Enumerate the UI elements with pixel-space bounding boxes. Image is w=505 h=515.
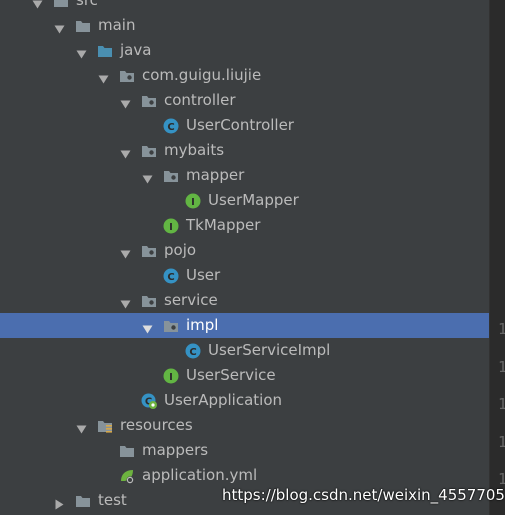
expand-arrow-down-icon[interactable] bbox=[54, 20, 65, 34]
source-folder-icon bbox=[97, 43, 113, 59]
tree-item-label: mybaits bbox=[164, 141, 225, 159]
tree-row-usermapper[interactable]: I UserMapper bbox=[0, 188, 489, 213]
tree-row-pojo[interactable]: pojo bbox=[0, 238, 489, 263]
tree-row-resources[interactable]: resources bbox=[0, 413, 489, 438]
tree-row-tkmapper[interactable]: I TkMapper bbox=[0, 213, 489, 238]
tree-item-label: UserServiceImpl bbox=[208, 341, 331, 359]
package-icon bbox=[141, 93, 157, 109]
tree-item-label: User bbox=[186, 266, 221, 284]
tree-row-userapplication[interactable]: C UserApplication bbox=[0, 388, 489, 413]
package-icon bbox=[163, 168, 179, 184]
tree-row-mapper[interactable]: mapper bbox=[0, 163, 489, 188]
tree-item-label: resources bbox=[120, 416, 193, 434]
tree-item-label: UserController bbox=[186, 116, 294, 134]
tree-row-user[interactable]: C User bbox=[0, 263, 489, 288]
tree-item-label: impl bbox=[186, 316, 219, 334]
package-icon bbox=[141, 243, 157, 259]
package-icon bbox=[119, 68, 135, 84]
expand-arrow-right-icon[interactable] bbox=[54, 495, 65, 510]
tree-item-label: mappers bbox=[142, 441, 209, 459]
class-icon: C bbox=[163, 268, 179, 284]
interface-icon: I bbox=[185, 193, 201, 209]
tree-row-controller[interactable]: controller bbox=[0, 88, 489, 113]
tree-row-com-guigu-liujie[interactable]: com.guigu.liujie bbox=[0, 63, 489, 88]
tree-item-label: src bbox=[76, 0, 98, 9]
project-tree: src main java com.guigu.liujie controller C Us… bbox=[0, 0, 489, 515]
expand-arrow-down-icon[interactable] bbox=[142, 170, 153, 184]
tree-item-label: com.guigu.liujie bbox=[142, 66, 262, 84]
tree-row-service[interactable]: service bbox=[0, 288, 489, 313]
tree-row-mappers[interactable]: mappers bbox=[0, 438, 489, 463]
svg-text:C: C bbox=[167, 122, 174, 133]
tree-row-mybaits[interactable]: mybaits bbox=[0, 138, 489, 163]
gutter-line-number: 1 bbox=[498, 358, 505, 377]
tree-item-label: service bbox=[164, 291, 218, 309]
svg-text:C: C bbox=[167, 272, 174, 283]
tree-row-usercontroller[interactable]: C UserController bbox=[0, 113, 489, 138]
package-icon bbox=[141, 143, 157, 159]
gutter-line-number: 1 bbox=[498, 433, 505, 452]
tree-row-userservice[interactable]: I UserService bbox=[0, 363, 489, 388]
expand-arrow-down-icon[interactable] bbox=[32, 0, 43, 9]
interface-icon: I bbox=[163, 218, 179, 234]
folder-icon bbox=[53, 0, 69, 9]
expand-arrow-down-icon[interactable] bbox=[120, 95, 131, 109]
expand-arrow-down-icon[interactable] bbox=[142, 320, 153, 334]
expand-arrow-down-icon[interactable] bbox=[98, 70, 109, 84]
gutter-line-number: 1 bbox=[498, 320, 505, 339]
tree-row-main[interactable]: main bbox=[0, 13, 489, 38]
resources-folder-icon bbox=[97, 418, 113, 434]
expand-arrow-down-icon[interactable] bbox=[76, 420, 87, 434]
spring-config-file-icon bbox=[119, 468, 135, 484]
folder-icon bbox=[119, 443, 135, 459]
class-icon: C bbox=[163, 118, 179, 134]
tree-row-userserviceimpl[interactable]: C UserServiceImpl bbox=[0, 338, 489, 363]
tree-item-label: java bbox=[120, 41, 152, 59]
watermark-text: https://blog.csdn.net/weixin_45577058 bbox=[222, 486, 505, 504]
interface-icon: I bbox=[163, 368, 179, 384]
tree-item-label: application.yml bbox=[142, 466, 258, 484]
svg-text:I: I bbox=[169, 222, 173, 233]
spring-boot-class-icon: C bbox=[141, 393, 157, 409]
tree-row-impl[interactable]: impl bbox=[0, 313, 489, 338]
expand-arrow-down-icon[interactable] bbox=[120, 245, 131, 259]
expand-arrow-down-icon[interactable] bbox=[120, 295, 131, 309]
svg-text:I: I bbox=[191, 197, 195, 208]
tree-item-label: UserMapper bbox=[208, 191, 299, 209]
tree-row-src[interactable]: src bbox=[0, 0, 489, 13]
package-icon bbox=[141, 293, 157, 309]
tree-item-label: UserService bbox=[186, 366, 276, 384]
class-icon: C bbox=[185, 343, 201, 359]
tree-item-label: test bbox=[98, 491, 127, 509]
tree-item-label: mapper bbox=[186, 166, 245, 184]
expand-arrow-down-icon[interactable] bbox=[120, 145, 131, 159]
folder-icon bbox=[75, 18, 91, 34]
tree-item-label: UserApplication bbox=[164, 391, 283, 409]
folder-icon bbox=[75, 493, 91, 509]
svg-text:I: I bbox=[169, 372, 173, 383]
svg-text:C: C bbox=[189, 347, 196, 358]
package-icon bbox=[163, 318, 179, 334]
tree-row-java[interactable]: java bbox=[0, 38, 489, 63]
tree-item-label: controller bbox=[164, 91, 236, 109]
tree-item-label: TkMapper bbox=[186, 216, 261, 234]
gutter-line-number: 1 bbox=[498, 395, 505, 414]
editor-gutter: 11111 bbox=[489, 0, 505, 515]
expand-arrow-down-icon[interactable] bbox=[76, 45, 87, 59]
tree-item-label: main bbox=[98, 16, 136, 34]
tree-item-label: pojo bbox=[164, 241, 197, 259]
